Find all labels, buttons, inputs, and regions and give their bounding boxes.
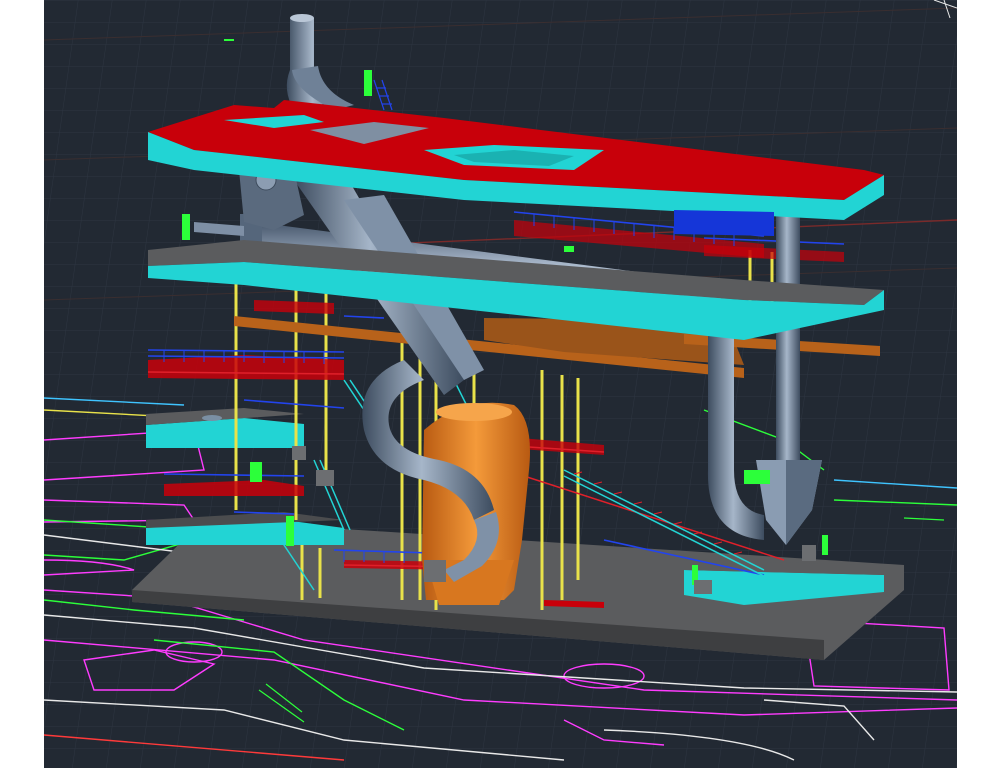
grating-platform xyxy=(148,355,344,380)
blue-panel xyxy=(674,210,774,236)
cad-3d-viewport[interactable] xyxy=(44,0,957,768)
duct-cap xyxy=(290,14,314,22)
deck-opening xyxy=(202,415,222,421)
model-canvas xyxy=(44,0,957,768)
vessel-top xyxy=(436,403,512,421)
